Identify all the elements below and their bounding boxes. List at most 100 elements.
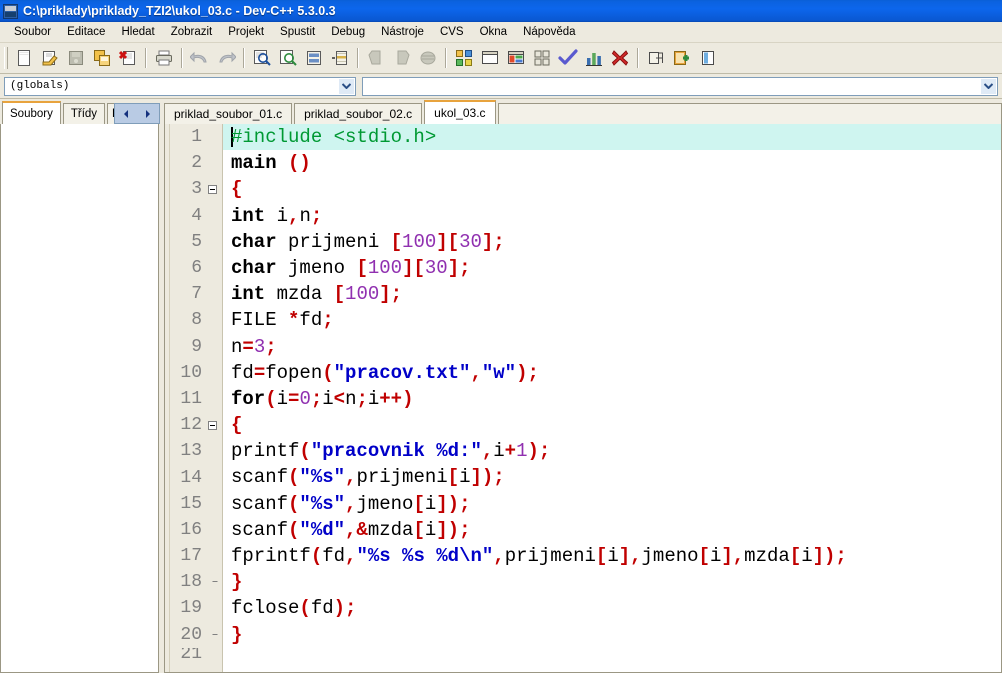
code-token-p: ]);	[470, 466, 505, 489]
syntax-check-icon[interactable]	[556, 46, 580, 70]
insert-icon[interactable]	[670, 46, 694, 70]
fold-marker[interactable]	[205, 184, 220, 194]
project-tab-t-dy[interactable]: Třídy	[62, 103, 106, 124]
menu-item-cvs[interactable]: CVS	[432, 24, 472, 40]
menu-item-spustit[interactable]: Spustit	[272, 24, 323, 40]
code-token-pln: prijmeni	[356, 466, 448, 489]
save-all-icon[interactable]	[90, 46, 114, 70]
new-file-icon[interactable]	[12, 46, 36, 70]
code-line[interactable]: }	[223, 622, 1001, 648]
menu-item-editace[interactable]: Editace	[59, 24, 113, 40]
rebuild-all-icon[interactable]	[530, 46, 554, 70]
gutter-row: 10	[165, 360, 222, 386]
stop-execution-icon[interactable]	[608, 46, 632, 70]
step-forward-icon[interactable]	[390, 46, 414, 70]
code-line[interactable]: for(i = 0; i < n; i ++)	[223, 386, 1001, 412]
editor-tab-ukol-03-c[interactable]: ukol_03.c	[424, 100, 496, 124]
symbol-combobox[interactable]	[362, 76, 998, 96]
code-line[interactable]: {	[223, 176, 1001, 202]
menu-item-n-pov-da[interactable]: Nápověda	[515, 24, 583, 40]
line-number: 4	[191, 205, 202, 226]
menu-item-debug[interactable]: Debug	[323, 24, 373, 40]
menu-item-hledat[interactable]: Hledat	[113, 24, 162, 40]
fold-collapse-icon[interactable]	[208, 184, 217, 194]
code-token-p: (	[288, 518, 300, 541]
debug-icon[interactable]	[644, 46, 668, 70]
find-icon[interactable]	[250, 46, 274, 70]
code-line[interactable]: main ()	[223, 150, 1001, 176]
compile-run-icon[interactable]	[504, 46, 528, 70]
new-project-icon[interactable]	[452, 46, 476, 70]
menu-item-okna[interactable]: Okna	[472, 24, 516, 40]
goto-line-icon[interactable]	[302, 46, 326, 70]
line-number: 7	[191, 284, 202, 305]
code-token-p: {	[231, 178, 243, 201]
code-token-p: [	[447, 466, 460, 489]
toggle-panel-icon[interactable]	[696, 46, 720, 70]
code-line[interactable]: int i, n;	[223, 203, 1001, 229]
code-line[interactable]: char jmeno [100][30];	[223, 255, 1001, 281]
compile-icon[interactable]	[478, 46, 502, 70]
gutter-row: 15	[165, 491, 222, 517]
editor-tab-priklad-soubor-02-c[interactable]: priklad_soubor_02.c	[294, 103, 423, 124]
menu-item-n-stroje[interactable]: Nástroje	[373, 24, 432, 40]
code-token-s: "%s %s %d\n"	[356, 545, 494, 567]
fold-marker[interactable]	[205, 420, 220, 430]
toolbar-separator	[145, 48, 147, 68]
chevron-down-icon[interactable]	[339, 78, 354, 94]
fold-collapse-icon[interactable]	[208, 420, 217, 430]
code-line[interactable]: printf("pracovnik %d:", i +1);	[223, 438, 1001, 464]
toolbar-separator	[181, 48, 183, 68]
project-tab-scroll-buttons[interactable]	[114, 103, 160, 124]
menu-item-zobrazit[interactable]: Zobrazit	[163, 24, 221, 40]
window-titlebar[interactable]: C:\priklady\priklady_TZI2\ukol_03.c - De…	[0, 0, 1002, 22]
editor-tabbar-filler	[497, 103, 1002, 124]
menu-item-soubor[interactable]: Soubor	[6, 24, 59, 40]
code-text-area[interactable]: #include <stdio.h> main (){int i, n; char p…	[223, 124, 1001, 672]
replace-icon[interactable]	[276, 46, 300, 70]
code-line[interactable]: fprintf(fd, "%s %s %d\n", prijmeni[i], jmen…	[223, 543, 1001, 569]
save-file-icon[interactable]	[64, 46, 88, 70]
code-line[interactable]: {	[223, 412, 1001, 438]
code-line[interactable]: char prijmeni [100][30];	[223, 229, 1001, 255]
chevron-down-icon[interactable]	[981, 78, 996, 94]
code-line[interactable]: int mzda [100];	[223, 281, 1001, 307]
line-number: 16	[180, 519, 202, 540]
profiling-icon[interactable]	[582, 46, 606, 70]
code-line[interactable]: scanf("%s", jmeno[i]);	[223, 491, 1001, 517]
code-line[interactable]: #include <stdio.h>	[223, 124, 1001, 151]
code-line[interactable]: }	[223, 569, 1001, 595]
profile-icon[interactable]	[416, 46, 440, 70]
code-token-p: ]);	[436, 518, 471, 541]
scroll-left-arrow-icon[interactable]	[122, 109, 130, 119]
editor-tab-priklad-soubor-01-c[interactable]: priklad_soubor_01.c	[164, 103, 293, 124]
code-line[interactable]	[223, 648, 1001, 660]
step-back-icon[interactable]	[364, 46, 388, 70]
code-line[interactable]: fd = fopen("pracov.txt", "w");	[223, 360, 1001, 386]
project-panel-body[interactable]	[0, 124, 159, 673]
project-tab-soubory[interactable]: Soubory	[2, 101, 61, 124]
code-editor[interactable]: 1 2 3 4 5 6 7 8 9 10 11 12 13 14 15 16 17 18 19 20 21 #inclu…	[164, 124, 1002, 673]
undo-icon[interactable]	[188, 46, 212, 70]
menu-item-projekt[interactable]: Projekt	[220, 24, 272, 40]
scroll-right-arrow-icon[interactable]	[144, 109, 152, 119]
close-file-icon[interactable]	[116, 46, 140, 70]
toggle-bookmark-icon[interactable]	[328, 46, 352, 70]
code-token-pln: fclose	[231, 597, 300, 620]
code-token-pln: fd	[322, 545, 346, 567]
code-token-s: "%s"	[299, 466, 346, 489]
code-line[interactable]: scanf("%d" ,& mzda[i]);	[223, 517, 1001, 543]
print-icon[interactable]	[152, 46, 176, 70]
line-number: 13	[180, 441, 202, 462]
code-line[interactable]: fclose(fd);	[223, 595, 1001, 621]
code-token-p: (	[322, 361, 334, 384]
scope-combobox-value: (globals)	[10, 80, 70, 92]
code-line[interactable]: FILE * fd;	[223, 307, 1001, 333]
code-line[interactable]: scanf("%s", prijmeni[i]);	[223, 464, 1001, 490]
open-file-icon[interactable]	[38, 46, 62, 70]
code-token-p: ,	[470, 361, 482, 384]
code-line[interactable]: n = 3;	[223, 334, 1001, 360]
redo-icon[interactable]	[214, 46, 238, 70]
toolbar-grip[interactable]	[4, 47, 8, 69]
scope-combobox[interactable]: (globals)	[4, 76, 356, 96]
